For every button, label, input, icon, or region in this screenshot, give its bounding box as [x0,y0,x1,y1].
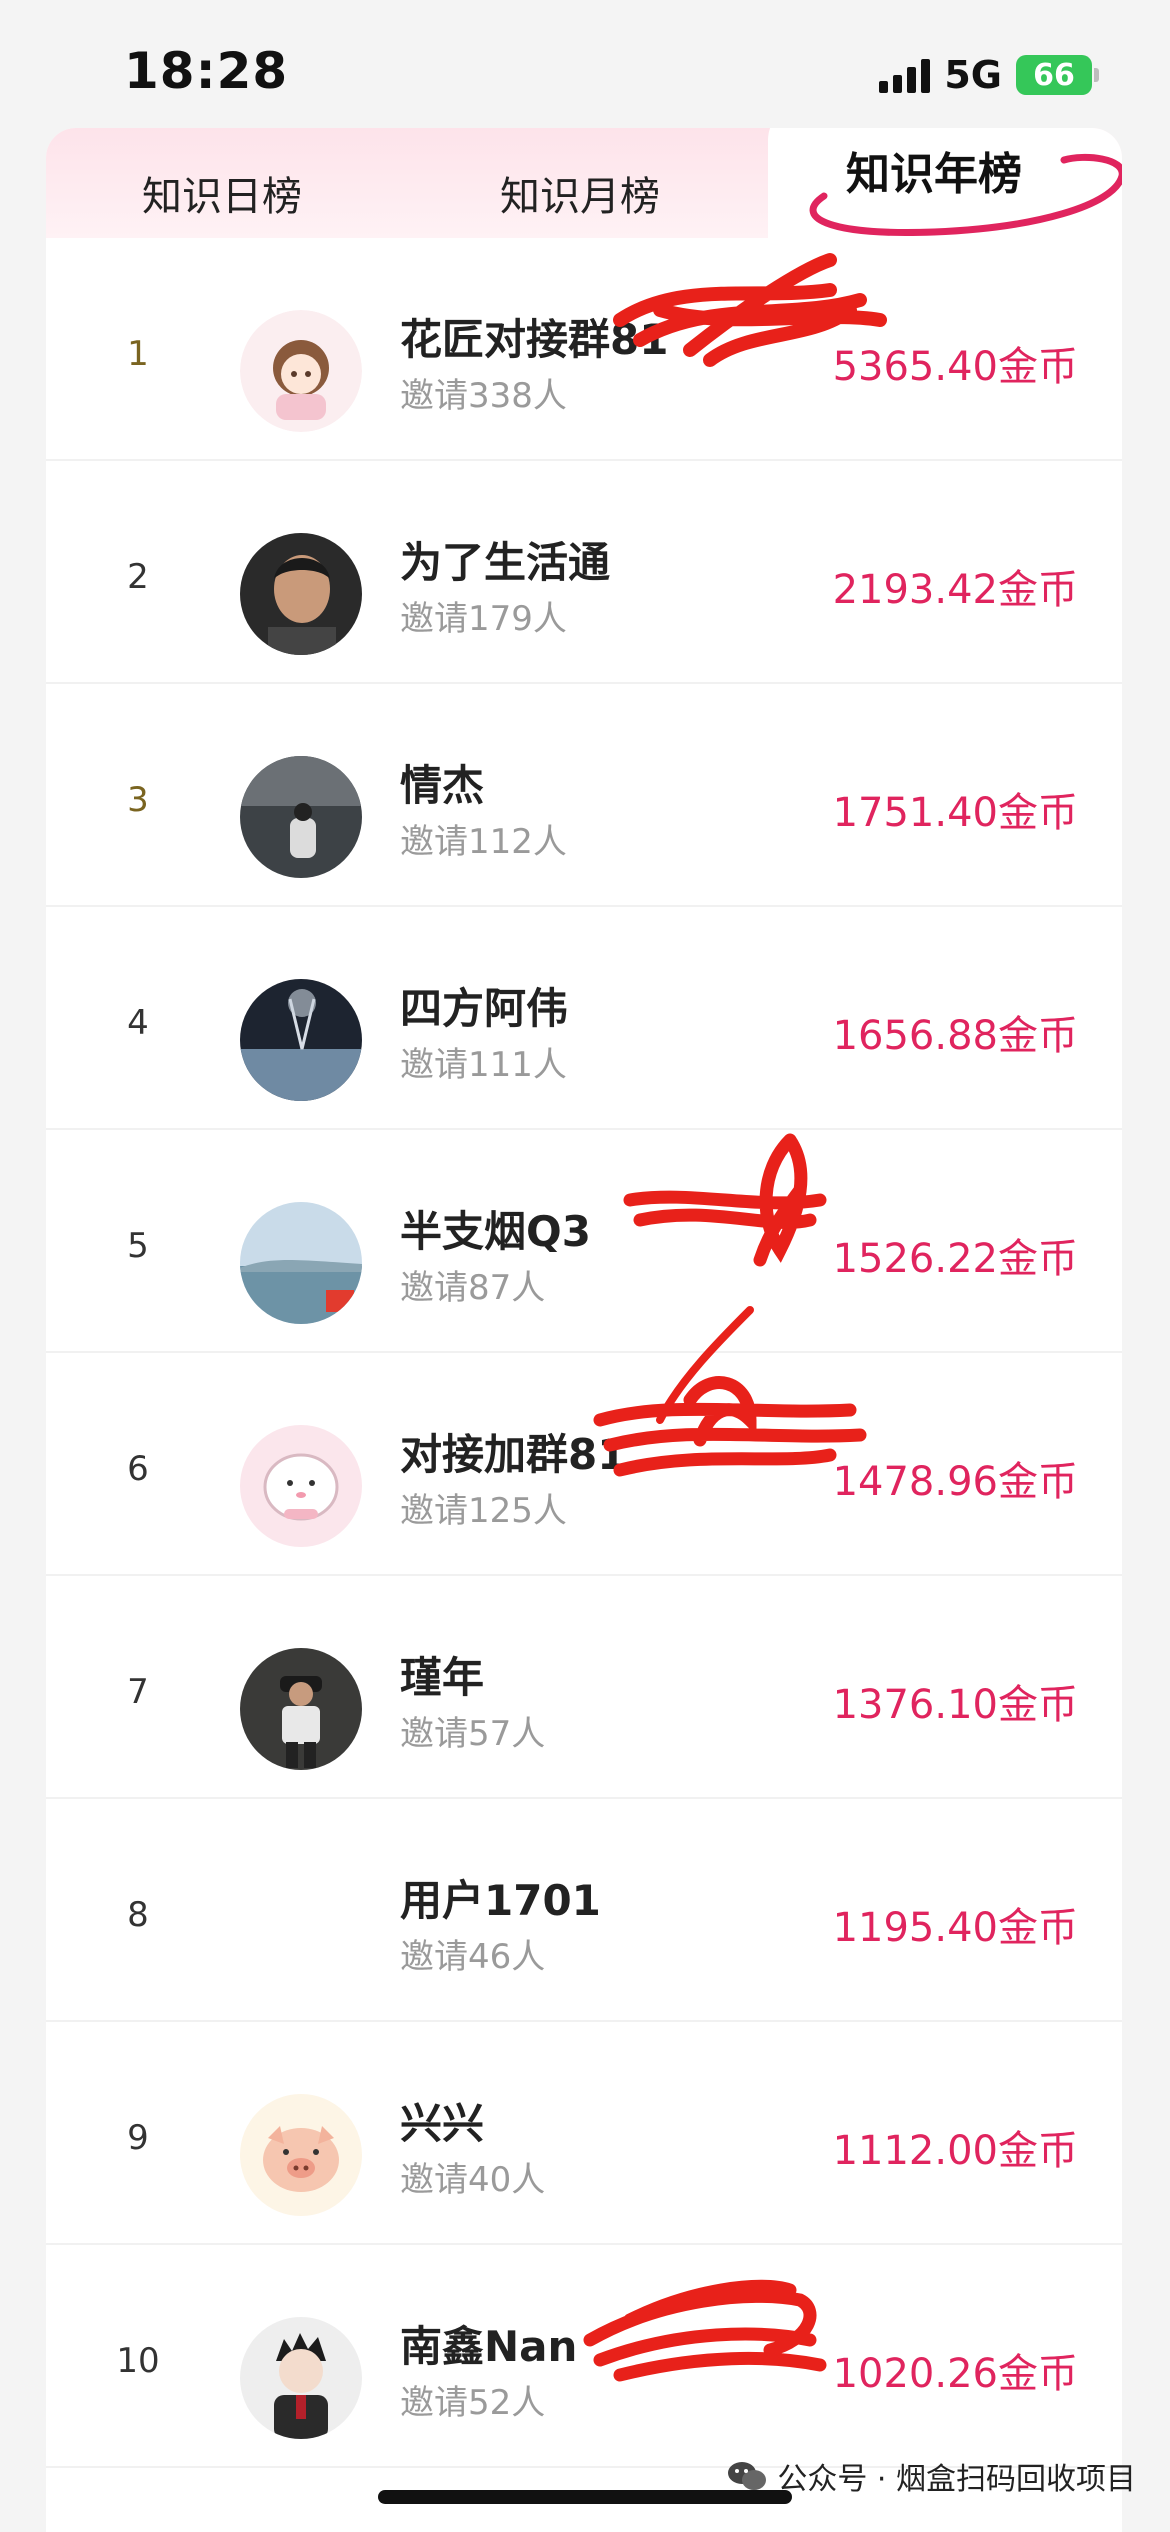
rank-number: 5 [127,1226,149,1266]
user-name: 花匠对接群81 [400,315,669,364]
coin-amount: 1751.40金币 [832,790,1078,836]
tab-monthly[interactable]: 知识月榜 [500,164,660,222]
rank-number: 8 [127,1895,149,1935]
avatar [240,533,362,655]
user-name: 南鑫Nan [400,2322,578,2371]
rank-number: 1 [127,334,149,374]
coin-amount: 1195.40金币 [832,1905,1078,1951]
ranking-row[interactable]: 1 花匠对接群81 邀请338人 5365.40金币 [46,238,1122,461]
invite-count: 邀请179人 [400,599,567,639]
user-name: 用户1701 [400,1876,601,1925]
ranking-row[interactable]: 3 情杰 邀请112人 1751.40金币 [46,684,1122,907]
coin-amount: 5365.40金币 [832,344,1078,390]
rank-number: 9 [127,2118,149,2158]
coin-amount: 1376.10金币 [832,1682,1078,1728]
invite-count: 邀请125人 [400,1491,567,1531]
coin-amount: 2193.42金币 [832,567,1078,613]
ranking-row[interactable]: 2 为了生活通 邀请179人 2193.42金币 [46,461,1122,684]
avatar [240,979,362,1101]
battery-icon: 66 [1016,55,1099,95]
user-name: 半支烟Q3 [400,1207,591,1256]
tab-yearly[interactable]: 知识年榜 [846,138,1022,202]
coin-amount: 1478.96金币 [832,1459,1078,1505]
rank-number: 3 [127,780,149,820]
invite-count: 邀请52人 [400,2383,546,2423]
invite-count: 邀请40人 [400,2160,546,2200]
user-name: 情杰 [400,761,485,810]
user-name: 四方阿伟 [400,984,569,1033]
cellular-signal-icon [879,57,931,93]
user-name: 瑾年 [400,1653,485,1702]
status-bar: 18:28 5G 66 [0,0,1170,120]
ranking-row[interactable]: 6 对接加群81 邀请125人 1478.96金币 [46,1353,1122,1576]
ranking-row[interactable]: 5 半支烟Q3 邀请87人 1526.22金币 [46,1130,1122,1353]
invite-count: 邀请111人 [400,1045,567,1085]
avatar [240,1871,362,1993]
rank-number: 6 [127,1449,149,1489]
invite-count: 邀请57人 [400,1714,546,1754]
invite-count: 邀请338人 [400,376,567,416]
ranking-row[interactable]: 10 南鑫Nan 邀请52人 1020.26金币 [46,2245,1122,2468]
avatar [240,1648,362,1770]
network-type: 5G [944,53,1002,97]
coin-amount: 1112.00金币 [832,2128,1078,2174]
avatar [240,2317,362,2439]
coin-amount: 1656.88金币 [832,1013,1078,1059]
watermark-text: 公众号 · 烟盒扫码回收项目 [777,2462,1136,2497]
avatar [240,1202,362,1324]
avatar [240,2094,362,2216]
leaderboard-card: 知识日榜 知识月榜 知识年榜 1 花匠对接群81 邀请338人 5365.40金… [46,128,1122,2532]
wechat-icon [728,2462,767,2490]
battery-level: 66 [1033,57,1075,93]
avatar [240,756,362,878]
coin-amount: 1526.22金币 [832,1236,1078,1282]
avatar [240,310,362,432]
ranking-row[interactable]: 8 用户1701 邀请46人 1195.40金币 [46,1799,1122,2022]
rank-number: 7 [127,1672,149,1712]
rank-number: 2 [127,557,149,597]
user-name: 为了生活通 [400,538,611,587]
rank-number: 10 [116,2341,160,2381]
user-name: 兴兴 [400,2099,485,2148]
avatar [240,1425,362,1547]
ranking-list: 1 花匠对接群81 邀请338人 5365.40金币 2 为了生活通 邀请179… [46,238,1122,2468]
ranking-row[interactable]: 7 瑾年 邀请57人 1376.10金币 [46,1576,1122,1799]
status-time: 18:28 [124,42,289,100]
invite-count: 邀请46人 [400,1937,546,1977]
rank-number: 4 [127,1003,149,1043]
tab-daily[interactable]: 知识日榜 [142,164,302,222]
invite-count: 邀请87人 [400,1268,546,1308]
invite-count: 邀请112人 [400,822,567,862]
tab-bar: 知识日榜 知识月榜 知识年榜 [46,128,1122,238]
status-icons: 5G 66 [879,52,1099,98]
coin-amount: 1020.26金币 [832,2351,1078,2397]
ranking-row[interactable]: 4 四方阿伟 邀请111人 1656.88金币 [46,907,1122,1130]
ranking-row[interactable]: 9 兴兴 邀请40人 1112.00金币 [46,2022,1122,2245]
home-indicator[interactable] [378,2490,792,2504]
user-name: 对接加群81 [400,1430,627,1479]
